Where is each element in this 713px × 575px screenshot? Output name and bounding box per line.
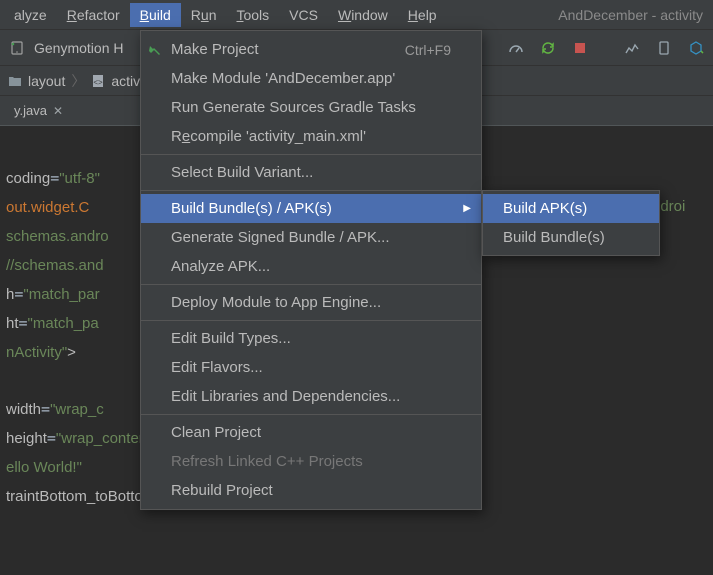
menu-rebuild-project[interactable]: Rebuild Project	[141, 476, 481, 505]
tab-java-file[interactable]: y.java ✕	[4, 99, 73, 122]
svg-text:<>: <>	[94, 78, 104, 87]
file-icon: <>	[91, 74, 105, 88]
separator	[141, 414, 481, 415]
menubar: alyze Refactor Build Run Tools VCS Windo…	[0, 0, 713, 30]
menu-run-generate[interactable]: Run Generate Sources Gradle Tasks	[141, 93, 481, 122]
menu-build[interactable]: Build	[130, 3, 181, 27]
device-icon[interactable]	[8, 39, 26, 57]
menu-refactor[interactable]: Refactor	[57, 3, 130, 27]
menu-analyze-apk[interactable]: Analyze APK...	[141, 252, 481, 281]
menu-build-bundle-apk[interactable]: Build Bundle(s) / APK(s) ▶	[141, 194, 481, 223]
menu-vcs[interactable]: VCS	[279, 3, 328, 27]
separator	[141, 284, 481, 285]
menu-edit-libraries[interactable]: Edit Libraries and Dependencies...	[141, 382, 481, 411]
submenu-build-apk[interactable]: Build APK(s)	[483, 194, 659, 223]
sdk-icon[interactable]	[687, 39, 705, 57]
separator	[141, 320, 481, 321]
build-bundle-submenu: Build APK(s) Build Bundle(s)	[482, 190, 660, 256]
device-label[interactable]: Genymotion H	[34, 40, 123, 56]
profiler-icon[interactable]	[623, 39, 641, 57]
build-dropdown: Make Project Ctrl+F9 Make Module 'AndDec…	[140, 30, 482, 510]
menu-make-project[interactable]: Make Project Ctrl+F9	[141, 35, 481, 64]
menu-select-variant[interactable]: Select Build Variant...	[141, 158, 481, 187]
project-title: AndDecember - activity	[558, 7, 713, 23]
breadcrumb-folder[interactable]: layout	[28, 73, 65, 89]
menu-edit-build-types[interactable]: Edit Build Types...	[141, 324, 481, 353]
menu-generate-signed[interactable]: Generate Signed Bundle / APK...	[141, 223, 481, 252]
menu-window[interactable]: Window	[328, 3, 398, 27]
hammer-icon	[147, 43, 161, 57]
close-icon[interactable]: ✕	[53, 104, 63, 118]
sync-icon[interactable]	[539, 39, 557, 57]
menu-run[interactable]: Run	[181, 3, 227, 27]
menu-clean-project[interactable]: Clean Project	[141, 418, 481, 447]
gauge-icon[interactable]	[507, 39, 525, 57]
menu-make-module[interactable]: Make Module 'AndDecember.app'	[141, 64, 481, 93]
menu-deploy-appengine[interactable]: Deploy Module to App Engine...	[141, 288, 481, 317]
stop-icon[interactable]	[571, 39, 589, 57]
menu-refresh-cpp: Refresh Linked C++ Projects	[141, 447, 481, 476]
separator	[141, 190, 481, 191]
menu-recompile[interactable]: Recompile 'activity_main.xml'	[141, 122, 481, 151]
submenu-build-bundle[interactable]: Build Bundle(s)	[483, 223, 659, 252]
folder-icon	[8, 74, 22, 88]
separator	[141, 154, 481, 155]
menu-tools[interactable]: Tools	[226, 3, 279, 27]
submenu-arrow-icon: ▶	[463, 203, 471, 214]
avd-icon[interactable]	[655, 39, 673, 57]
menu-analyze[interactable]: alyze	[4, 3, 57, 27]
menu-help[interactable]: Help	[398, 3, 447, 27]
menu-edit-flavors[interactable]: Edit Flavors...	[141, 353, 481, 382]
chevron-right-icon: 〉	[71, 71, 85, 91]
breadcrumb-file[interactable]: activi	[111, 73, 143, 89]
